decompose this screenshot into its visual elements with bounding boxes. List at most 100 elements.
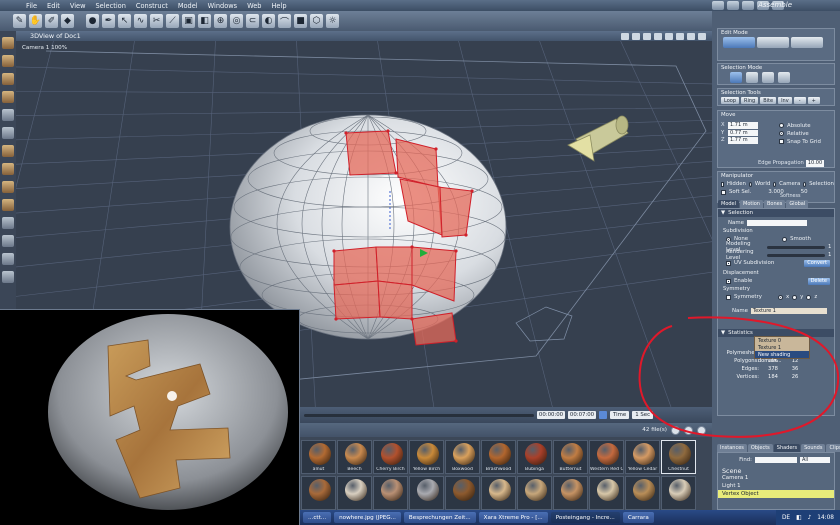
- scene-item-camera[interactable]: Camera 1: [718, 474, 834, 482]
- move-y-field[interactable]: 0.77 m: [728, 129, 758, 136]
- shader-swatch[interactable]: Yellow Cedar: [625, 440, 660, 474]
- selection-subhead[interactable]: ▼ Selection: [718, 209, 834, 217]
- paint-select-tool-icon[interactable]: [2, 253, 14, 265]
- shader-swatch[interactable]: [337, 476, 372, 510]
- selection-radio[interactable]: [803, 181, 807, 187]
- hand-tool-icon[interactable]: ✋: [29, 14, 42, 28]
- taskbar-item[interactable]: Besprechungen Zeit...: [403, 512, 476, 523]
- scene-root[interactable]: Scene: [718, 466, 834, 475]
- relative-radio[interactable]: [779, 131, 784, 136]
- menu-file[interactable]: File: [0, 2, 42, 10]
- shader-swatch[interactable]: [589, 476, 624, 510]
- move-z-field[interactable]: 1.77 m: [728, 137, 758, 144]
- edge-propagation-field[interactable]: 10.00: [805, 160, 824, 167]
- tab-model[interactable]: Model: [718, 200, 740, 208]
- select-arrow-icon[interactable]: [730, 72, 742, 83]
- view-grid-icon[interactable]: [643, 32, 651, 40]
- menu-web[interactable]: Web: [242, 2, 266, 10]
- sel-ring-button[interactable]: Ring: [741, 97, 759, 104]
- symmetry-z-radio[interactable]: [806, 294, 812, 300]
- sel-grow-button[interactable]: +: [807, 97, 820, 104]
- edit-mode-object-button[interactable]: [791, 37, 823, 48]
- menu-selection[interactable]: Selection: [90, 2, 130, 10]
- shader-swatch[interactable]: alnut: [301, 440, 336, 474]
- eyedropper-tool-icon[interactable]: [2, 271, 14, 283]
- subdiv-smooth-radio[interactable]: [782, 236, 788, 242]
- room-assemble-icon[interactable]: [712, 1, 724, 10]
- taskbar-item[interactable]: ...ctt...: [303, 512, 332, 523]
- view-shading-icon[interactable]: [621, 32, 629, 40]
- edit-mode-poly-button[interactable]: [757, 37, 789, 48]
- dolly-tool-icon[interactable]: [2, 127, 14, 139]
- tab-global[interactable]: Global: [786, 200, 809, 208]
- menu-view[interactable]: View: [65, 2, 91, 10]
- shader-swatch[interactable]: [373, 476, 408, 510]
- tab-sounds[interactable]: Sounds: [801, 444, 826, 452]
- weld-tool-icon[interactable]: ⊕: [214, 14, 227, 28]
- language-indicator[interactable]: DE: [782, 515, 790, 521]
- pen-tool-icon[interactable]: ✒: [102, 14, 115, 28]
- view-fit-icon[interactable]: [687, 32, 695, 40]
- tab-instances[interactable]: Instances: [717, 444, 747, 452]
- knife-tool-icon[interactable]: ⟋: [166, 14, 179, 28]
- shader-swatch[interactable]: Cherry Birch: [373, 440, 408, 474]
- tab-motion[interactable]: Motion: [740, 200, 763, 208]
- snap-to-grid-checkbox[interactable]: [779, 139, 784, 144]
- dropdown-option[interactable]: Texture 1: [755, 344, 809, 351]
- name-field[interactable]: [746, 219, 807, 227]
- camera-radio[interactable]: [773, 181, 777, 187]
- scene-item-vertex-object[interactable]: Vertex Object: [718, 490, 834, 498]
- sel-loop-button[interactable]: Loop: [721, 97, 739, 104]
- time-scale-select[interactable]: 1 Sec: [632, 411, 654, 419]
- dropdown-option[interactable]: New shading domain...: [755, 351, 809, 364]
- select-paint-icon[interactable]: [778, 72, 790, 83]
- shader-swatch[interactable]: [625, 476, 660, 510]
- scene-item-light[interactable]: Light 1: [718, 482, 834, 490]
- timeline-scrubber[interactable]: [304, 413, 534, 417]
- bend-tool-icon[interactable]: [2, 145, 14, 157]
- shader-swatch[interactable]: Boxwood: [445, 440, 480, 474]
- modeling-level-slider[interactable]: [767, 245, 825, 249]
- taskbar-item[interactable]: Posteingang - Incre...: [550, 512, 620, 523]
- browser-menu-button[interactable]: [697, 425, 706, 435]
- symmetry-x-radio[interactable]: [777, 294, 783, 300]
- soft-sel-checkbox[interactable]: [721, 189, 726, 195]
- sweep-tool-icon[interactable]: ⌒: [278, 14, 291, 28]
- find-scope-select[interactable]: All: [800, 456, 830, 464]
- shading-domain-select[interactable]: Texture 1: [750, 307, 827, 315]
- menu-windows[interactable]: Windows: [203, 2, 242, 10]
- view-maximize-icon[interactable]: [698, 32, 706, 40]
- view-icons-button[interactable]: [671, 425, 680, 435]
- shader-swatch[interactable]: Butternut: [553, 440, 588, 474]
- select-cursor-icon[interactable]: [746, 72, 758, 83]
- extrude-tool-icon[interactable]: ▣: [182, 14, 195, 28]
- lasso-tool-icon[interactable]: ∿: [134, 14, 147, 28]
- shader-swatch[interactable]: Yellow Birch: [409, 440, 444, 474]
- shader-swatch[interactable]: [445, 476, 480, 510]
- tab-objects[interactable]: Objects: [747, 444, 773, 452]
- shader-swatch[interactable]: Beech: [337, 440, 372, 474]
- taskbar-item[interactable]: Xara Xtreme Pro - [...: [478, 512, 548, 523]
- tab-bones[interactable]: Bones: [763, 200, 786, 208]
- sel-shrink-button[interactable]: -: [793, 97, 806, 104]
- shear-tool-icon[interactable]: [2, 199, 14, 211]
- dropdown-option[interactable]: Texture 0: [755, 337, 809, 344]
- shader-swatch[interactable]: Brashwood: [481, 440, 516, 474]
- view-camera-icon[interactable]: [654, 32, 662, 40]
- bevel-tool-icon[interactable]: ◧: [198, 14, 211, 28]
- enable-displacement-checkbox[interactable]: [726, 278, 731, 284]
- mirror-tool-icon[interactable]: ◐: [262, 14, 275, 28]
- twist-tool-icon[interactable]: [2, 163, 14, 175]
- morph-tool-icon[interactable]: ⬡: [310, 14, 323, 28]
- time-start-field[interactable]: 00:00:00: [537, 411, 565, 419]
- track-tool-icon[interactable]: [2, 109, 14, 121]
- move-tool-icon[interactable]: [2, 37, 14, 49]
- lasso-select-tool-icon[interactable]: [2, 235, 14, 247]
- move-x-field[interactable]: 1.71 m: [728, 122, 758, 129]
- eraser-tool-icon[interactable]: ◆: [61, 14, 74, 28]
- tab-clips[interactable]: Clips: [826, 444, 840, 452]
- menu-model[interactable]: Model: [173, 2, 203, 10]
- rotate-tool-icon[interactable]: [2, 55, 14, 67]
- menu-construct[interactable]: Construct: [131, 2, 173, 10]
- network-icon[interactable]: ◧: [796, 515, 801, 521]
